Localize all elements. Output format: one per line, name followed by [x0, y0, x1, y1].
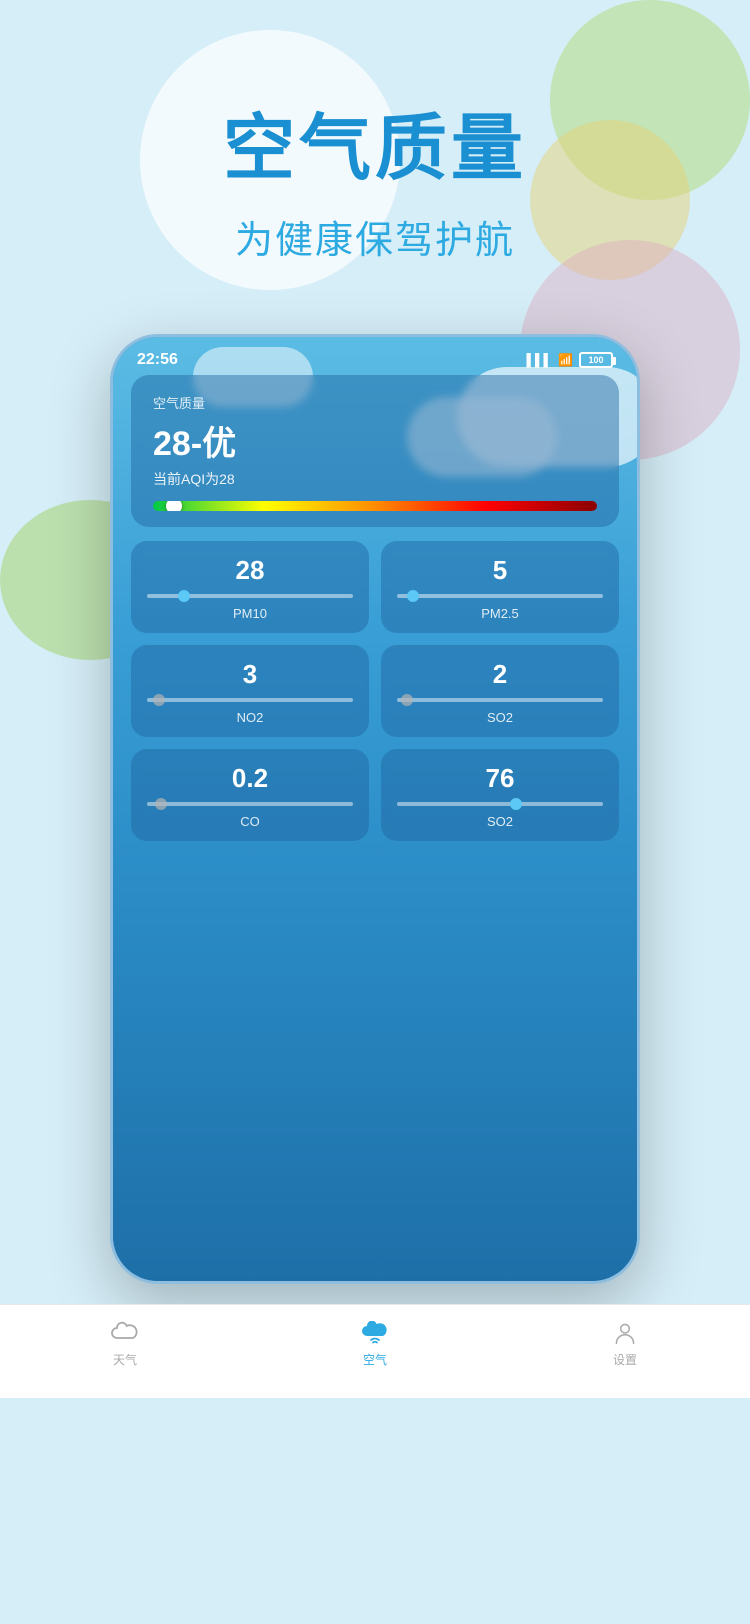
metric-card-pm25: 5 PM2.5	[381, 541, 619, 633]
metric-name-co: CO	[147, 814, 353, 829]
main-title: 空气质量	[0, 110, 750, 189]
sub-title: 为健康保驾护航	[0, 209, 750, 264]
weather-cloud-icon	[111, 1321, 139, 1345]
metric-bar-so2b	[397, 802, 603, 806]
wifi-icon: 📶	[558, 353, 573, 367]
signal-icon: ▌▌▌	[527, 353, 553, 367]
tab-settings[interactable]: 设置	[611, 1321, 639, 1368]
aqi-card-desc: 当前AQI为28	[153, 469, 597, 489]
metric-dot-co	[155, 798, 167, 810]
metric-dot-no2	[153, 694, 165, 706]
metric-bar-co	[147, 802, 353, 806]
metric-bar-line-co	[147, 802, 353, 806]
metric-bar-pm10	[147, 594, 353, 598]
tab-air-label: 空气	[363, 1351, 387, 1368]
metric-dot-pm10	[178, 590, 190, 602]
phone-wrapper: 22:56 ▌▌▌ 📶 100 空气质量 28-优 当前AQI为28	[0, 334, 750, 1284]
header-section: 空气质量 为健康保驾护航	[0, 0, 750, 304]
metric-dot-so2	[401, 694, 413, 706]
tab-air[interactable]: 空气	[361, 1321, 389, 1368]
tab-weather-label: 天气	[113, 1351, 137, 1368]
metric-card-co: 0.2 CO	[131, 749, 369, 841]
metrics-grid: 28 PM10 5 PM2.5	[131, 541, 619, 841]
metric-name-so2b: SO2	[397, 814, 603, 829]
status-time: 22:56	[137, 351, 178, 369]
metric-bar-line-so2	[397, 698, 603, 702]
metric-dot-so2b	[510, 798, 522, 810]
tab-bar: 天气 空气 设置	[0, 1304, 750, 1398]
air-cloud-icon	[361, 1321, 389, 1345]
metric-bar-no2	[147, 698, 353, 702]
settings-person-icon	[611, 1321, 639, 1345]
aqi-bar-indicator	[166, 501, 182, 511]
aqi-card-label: 空气质量	[153, 393, 597, 412]
metric-value-pm25: 5	[397, 555, 603, 586]
metric-name-so2: SO2	[397, 710, 603, 725]
phone-status-bar: 22:56 ▌▌▌ 📶 100	[113, 337, 637, 375]
tab-settings-label: 设置	[613, 1351, 637, 1368]
aqi-gradient-bar	[153, 501, 597, 511]
metric-value-pm10: 28	[147, 555, 353, 586]
metric-value-no2: 3	[147, 659, 353, 690]
tab-weather[interactable]: 天气	[111, 1321, 139, 1368]
metric-value-co: 0.2	[147, 763, 353, 794]
metric-name-pm25: PM2.5	[397, 606, 603, 621]
metric-name-no2: NO2	[147, 710, 353, 725]
battery-icon: 100	[579, 352, 613, 368]
metric-name-pm10: PM10	[147, 606, 353, 621]
metric-card-pm10: 28 PM10	[131, 541, 369, 633]
status-icons: ▌▌▌ 📶 100	[527, 352, 613, 368]
phone-content: 空气质量 28-优 当前AQI为28 28 PM10	[113, 375, 637, 861]
metric-bar-so2	[397, 698, 603, 702]
metric-value-so2: 2	[397, 659, 603, 690]
metric-bar-line-pm25	[397, 594, 603, 598]
metric-card-so2b: 76 SO2	[381, 749, 619, 841]
metric-card-no2: 3 NO2	[131, 645, 369, 737]
metric-dot-pm25	[407, 590, 419, 602]
metric-card-so2: 2 SO2	[381, 645, 619, 737]
metric-bar-pm25	[397, 594, 603, 598]
aqi-card: 空气质量 28-优 当前AQI为28	[131, 375, 619, 527]
metric-bar-line-so2b	[397, 802, 603, 806]
phone-mockup: 22:56 ▌▌▌ 📶 100 空气质量 28-优 当前AQI为28	[110, 334, 640, 1284]
metric-value-so2b: 76	[397, 763, 603, 794]
aqi-card-value: 28-优	[153, 416, 597, 465]
metric-bar-line-no2	[147, 698, 353, 702]
